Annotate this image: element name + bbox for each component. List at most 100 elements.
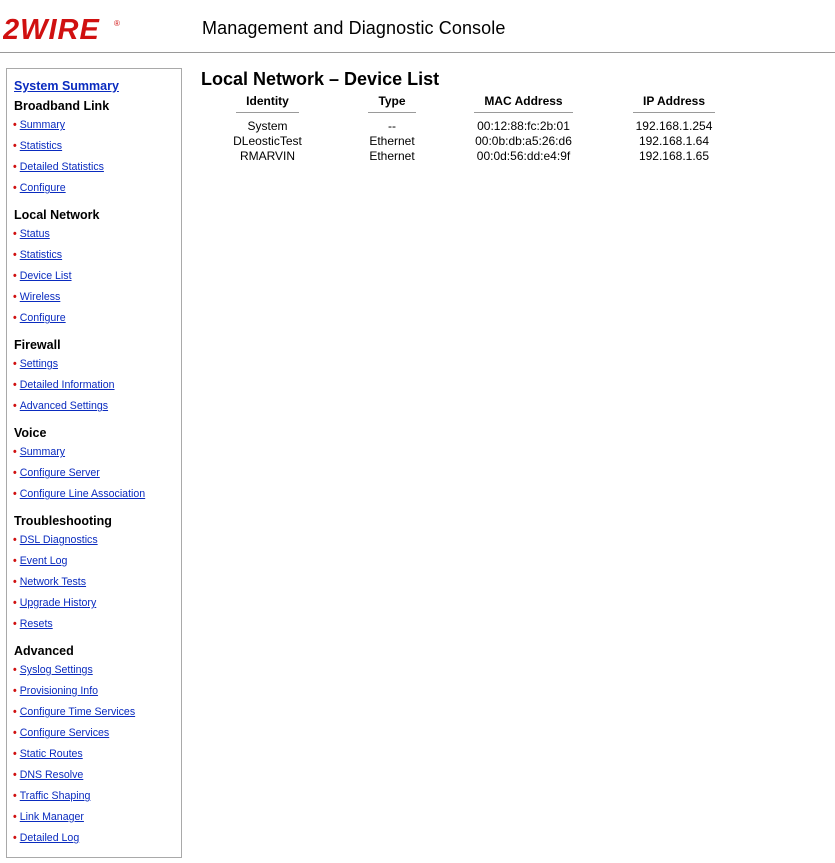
sidebar-item-configure: • Configure	[13, 178, 181, 199]
bullet-icon: •	[13, 534, 17, 546]
bullet-icon: •	[13, 685, 17, 697]
sidebar-item-detailed-statistics: • Detailed Statistics	[13, 157, 181, 178]
bullet-icon: •	[13, 727, 17, 739]
nav-link[interactable]: Advanced Settings	[20, 400, 108, 412]
cell-identity: System	[247, 119, 288, 133]
sidebar-item-traffic-shaping: • Traffic Shaping	[13, 786, 181, 807]
sidebar-item-configure: • Configure	[13, 308, 181, 329]
nav-link[interactable]: Summary	[20, 119, 65, 131]
bullet-icon: •	[13, 270, 17, 282]
nav-link[interactable]: Provisioning Info	[20, 685, 98, 697]
nav-heading: Firewall	[14, 338, 61, 352]
nav-link[interactable]: Summary	[20, 446, 65, 458]
column-header-identity: Identity	[201, 94, 334, 119]
nav-link[interactable]: Configure Line Association	[20, 488, 145, 500]
sidebar-item-syslog-settings: • Syslog Settings	[13, 660, 181, 681]
nav-link[interactable]: Configure	[20, 312, 66, 324]
nav-link[interactable]: Configure	[20, 182, 66, 194]
column-header-type: Type	[334, 94, 450, 119]
table-row: DLeosticTest Ethernet 00:0b:db:a5:26:d6 …	[201, 134, 751, 149]
cell-identity: DLeosticTest	[233, 134, 302, 148]
sidebar-item-detailed-information: • Detailed Information	[13, 375, 181, 396]
nav-link[interactable]: Resets	[20, 618, 53, 630]
nav-section-broadband-link: Broadband Link • Summary • Statistics • Detail…	[13, 99, 181, 199]
header: 2WIRE ® Management and Diagnostic Consol…	[0, 0, 835, 53]
sidebar-item-provisioning-info: • Provisioning Info	[13, 681, 181, 702]
bullet-icon: •	[13, 706, 17, 718]
nav-link[interactable]: Wireless	[20, 291, 61, 303]
nav-link[interactable]: Statistics	[20, 140, 62, 152]
nav-link[interactable]: Detailed Statistics	[20, 161, 104, 173]
sidebar-item-status: • Status	[13, 224, 181, 245]
nav-link[interactable]: Network Tests	[20, 576, 86, 588]
2wire-logo: 2WIRE ®	[3, 17, 120, 43]
bullet-icon: •	[13, 249, 17, 261]
nav-heading: Advanced	[14, 644, 74, 658]
sidebar-item-link-manager: • Link Manager	[13, 807, 181, 828]
svg-text:2WIRE: 2WIRE	[3, 17, 101, 43]
page-title: Local Network – Device List	[201, 69, 440, 89]
bullet-icon: •	[13, 400, 17, 412]
nav-link[interactable]: Settings	[20, 358, 58, 370]
cell-ip-address: 192.168.1.254	[635, 119, 713, 133]
sidebar-item-statistics: • Statistics	[13, 245, 181, 266]
bullet-icon: •	[13, 769, 17, 781]
bullet-icon: •	[13, 312, 17, 324]
bullet-icon: •	[13, 161, 17, 173]
nav-heading: Troubleshooting	[14, 514, 112, 528]
sidebar-item-upgrade-history: • Upgrade History	[13, 593, 181, 614]
nav-heading: Broadband Link	[14, 99, 110, 113]
sidebar-item-detailed-log: • Detailed Log	[13, 828, 181, 849]
sidebar-item-device-list: • Device List	[13, 266, 181, 287]
cell-ip-address: 192.168.1.65	[638, 149, 710, 163]
svg-text:®: ®	[114, 19, 120, 28]
bullet-icon: •	[13, 488, 17, 500]
sidebar-item-static-routes: • Static Routes	[13, 744, 181, 765]
sidebar-item-resets: • Resets	[13, 614, 181, 635]
nav-link[interactable]: DSL Diagnostics	[20, 534, 98, 546]
cell-type: Ethernet	[369, 149, 415, 163]
bullet-icon: •	[13, 182, 17, 194]
nav-link[interactable]: Link Manager	[20, 811, 84, 823]
nav-section-local-network: Local Network • Status • Statistics • Device L…	[13, 208, 181, 329]
nav-link[interactable]: Detailed Information	[20, 379, 115, 391]
nav-section-advanced: Advanced • Syslog Settings • Provisioning In…	[13, 644, 181, 849]
nav-link[interactable]: Detailed Log	[20, 832, 80, 844]
sidebar-item-network-tests: • Network Tests	[13, 572, 181, 593]
bullet-icon: •	[13, 618, 17, 630]
nav-link[interactable]: Static Routes	[20, 748, 83, 760]
sidebar-item-event-log: • Event Log	[13, 551, 181, 572]
sidebar-item-wireless: • Wireless	[13, 287, 181, 308]
sidebar-item-dsl-diagnostics: • DSL Diagnostics	[13, 530, 181, 551]
nav-section-firewall: Firewall • Settings • Detailed Information • A…	[13, 338, 181, 417]
bullet-icon: •	[13, 555, 17, 567]
nav-sections: Broadband Link • Summary • Statistics • Detail…	[13, 99, 181, 849]
bullet-icon: •	[13, 832, 17, 844]
sidebar-item-advanced-settings: • Advanced Settings	[13, 396, 181, 417]
nav-link[interactable]: Statistics	[20, 249, 62, 261]
bullet-icon: •	[13, 811, 17, 823]
console-title: Management and Diagnostic Console	[202, 18, 506, 38]
nav-link[interactable]: Event Log	[20, 555, 68, 567]
nav-link[interactable]: Device List	[20, 270, 72, 282]
system-summary-link[interactable]: System Summary	[14, 79, 181, 93]
nav-link[interactable]: Configure Server	[20, 467, 100, 479]
cell-identity: RMARVIN	[239, 149, 296, 163]
sidebar-item-summary: • Summary	[13, 442, 181, 463]
sidebar-item-configure-server: • Configure Server	[13, 463, 181, 484]
column-header-ip-address: IP Address	[597, 94, 751, 119]
sidebar-item-settings: • Settings	[13, 354, 181, 375]
nav-link[interactable]: Configure Time Services	[20, 706, 135, 718]
nav-link[interactable]: Syslog Settings	[20, 664, 93, 676]
sidebar-nav: System Summary Broadband Link • Summary • St…	[6, 68, 182, 858]
sidebar-item-statistics: • Statistics	[13, 136, 181, 157]
bullet-icon: •	[13, 664, 17, 676]
nav-heading: Local Network	[14, 208, 100, 222]
nav-link[interactable]: DNS Resolve	[20, 769, 84, 781]
sidebar-item-dns-resolve: • DNS Resolve	[13, 765, 181, 786]
nav-link[interactable]: Configure Services	[20, 727, 110, 739]
nav-link[interactable]: Status	[20, 228, 50, 240]
nav-link[interactable]: Traffic Shaping	[20, 790, 91, 802]
nav-heading: Voice	[14, 426, 47, 440]
nav-link[interactable]: Upgrade History	[20, 597, 97, 609]
